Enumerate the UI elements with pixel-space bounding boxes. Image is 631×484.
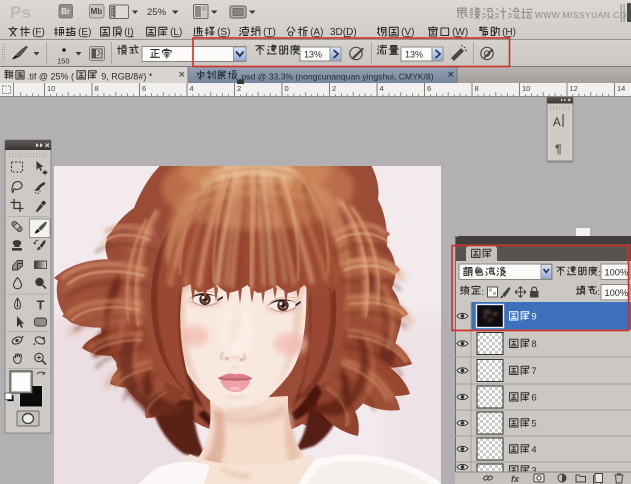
svg-text:100%: 100% [605,288,629,298]
svg-text:3D(D): 3D(D) [330,27,357,38]
svg-text:4: 4 [380,84,384,93]
svg-text:.psd @ 33.3% (nongcunanquan yi: .psd @ 33.3% (nongcunanquan yingshui, CM… [239,71,434,81]
svg-text:fx: fx [511,474,520,484]
svg-text:Mb: Mb [91,7,103,16]
svg-text:6: 6 [531,393,536,404]
svg-text:10: 10 [47,84,55,93]
svg-text:8: 8 [475,84,479,93]
svg-text:13%: 13% [405,50,423,60]
svg-text:6: 6 [427,84,431,93]
svg-text:5: 5 [531,419,536,430]
svg-text:8: 8 [531,339,536,350]
svg-text:100%: 100% [605,268,629,278]
svg-text:A: A [553,117,561,129]
svg-text:¶: ¶ [555,142,562,156]
svg-text:9: 9 [531,312,536,323]
svg-text:150: 150 [57,57,70,66]
svg-text:10: 10 [522,84,530,93]
svg-text:.tif @ 25% (: .tif @ 25% ( [27,71,74,81]
svg-text:0: 0 [285,84,289,93]
svg-text:2: 2 [332,84,336,93]
svg-text:9, RGB/8#) *: 9, RGB/8#) * [99,71,153,81]
svg-text:Br: Br [61,7,70,16]
svg-text:Ps: Ps [10,3,31,22]
svg-text:4: 4 [190,84,194,93]
svg-text:14: 14 [617,84,625,93]
svg-text:13%: 13% [304,50,322,60]
svg-text::: : [597,287,600,298]
svg-text:8: 8 [95,84,99,93]
svg-text:T: T [37,298,45,313]
svg-text:4: 4 [531,445,536,456]
svg-text:25%: 25% [147,7,167,18]
svg-text:12: 12 [570,84,578,93]
svg-text:WWW.MISSYUAN.COM: WWW.MISSYUAN.COM [535,10,631,20]
svg-text::: : [481,287,484,298]
svg-text:2: 2 [237,84,241,93]
svg-text:7: 7 [531,366,536,377]
svg-text:6: 6 [142,84,146,93]
